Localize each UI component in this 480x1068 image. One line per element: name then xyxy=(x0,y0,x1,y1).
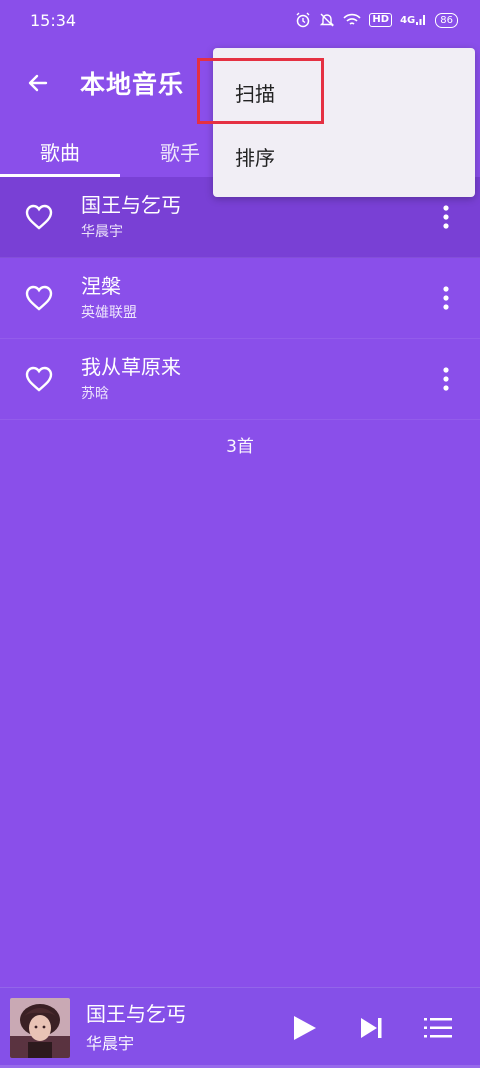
more-vertical-icon xyxy=(443,205,449,229)
page-title: 本地音乐 xyxy=(80,69,185,99)
favorite-button[interactable] xyxy=(19,359,59,399)
song-title: 国王与乞丐 xyxy=(81,193,181,217)
song-info: 我从草原来 苏晗 xyxy=(81,354,181,404)
more-vertical-icon xyxy=(443,286,449,310)
wifi-icon xyxy=(343,13,362,27)
more-options-button[interactable] xyxy=(428,359,464,399)
favorite-button[interactable] xyxy=(19,197,59,237)
menu-item-scan[interactable]: 扫描 xyxy=(213,60,475,124)
heart-icon xyxy=(25,366,53,392)
song-artist: 英雄联盟 xyxy=(81,305,137,321)
tab-artists-label: 歌手 xyxy=(160,140,200,165)
menu-item-sort[interactable]: 排序 xyxy=(213,124,475,188)
song-count: 3首 xyxy=(226,437,254,457)
song-row[interactable]: 我从草原来 苏晗 xyxy=(0,339,480,420)
album-cover[interactable] xyxy=(10,998,70,1058)
song-list: 国王与乞丐 华晨宇 涅槃 英雄联盟 我从草原来 苏晗 xyxy=(0,177,480,420)
network-label: 4G xyxy=(400,14,416,26)
more-vertical-icon xyxy=(443,367,449,391)
mute-bell-icon xyxy=(319,12,335,28)
battery-indicator: 86 xyxy=(435,12,458,28)
song-row[interactable]: 涅槃 英雄联盟 xyxy=(0,258,480,339)
heart-icon xyxy=(25,204,53,230)
play-button[interactable] xyxy=(284,1008,324,1048)
play-icon xyxy=(294,1016,316,1040)
now-playing-title: 国王与乞丐 xyxy=(86,1002,186,1026)
now-playing-info[interactable]: 国王与乞丐 华晨宇 xyxy=(86,1001,186,1055)
song-title: 我从草原来 xyxy=(81,355,181,379)
album-art-image xyxy=(10,998,70,1058)
playlist-button[interactable] xyxy=(418,1008,458,1048)
song-title: 涅槃 xyxy=(81,274,121,298)
song-artist: 苏晗 xyxy=(81,386,109,402)
status-icons: HD 4G 86 xyxy=(295,12,458,28)
tab-songs-label: 歌曲 xyxy=(40,140,80,165)
now-playing-artist: 华晨宇 xyxy=(86,1034,135,1053)
overflow-menu: 扫描 排序 xyxy=(213,48,475,197)
status-time: 15:34 xyxy=(30,10,77,30)
playlist-icon xyxy=(424,1018,452,1038)
status-bar: 15:34 HD 4G 86 xyxy=(0,0,480,40)
signal-icon: 4G xyxy=(400,14,427,26)
skip-next-icon xyxy=(361,1018,382,1038)
more-options-button[interactable] xyxy=(428,278,464,318)
more-options-button[interactable] xyxy=(428,197,464,237)
song-artist: 华晨宇 xyxy=(81,224,123,240)
song-info: 国王与乞丐 华晨宇 xyxy=(81,192,181,242)
hd-badge: HD xyxy=(369,13,393,27)
back-arrow-icon xyxy=(28,74,48,91)
alarm-icon xyxy=(295,12,311,28)
next-button[interactable] xyxy=(351,1008,391,1048)
mini-player: 国王与乞丐 华晨宇 xyxy=(0,987,480,1068)
back-button[interactable] xyxy=(18,63,58,103)
song-info: 涅槃 英雄联盟 xyxy=(81,273,137,323)
heart-icon xyxy=(25,285,53,311)
favorite-button[interactable] xyxy=(19,278,59,318)
tab-songs[interactable]: 歌曲 xyxy=(0,125,120,177)
